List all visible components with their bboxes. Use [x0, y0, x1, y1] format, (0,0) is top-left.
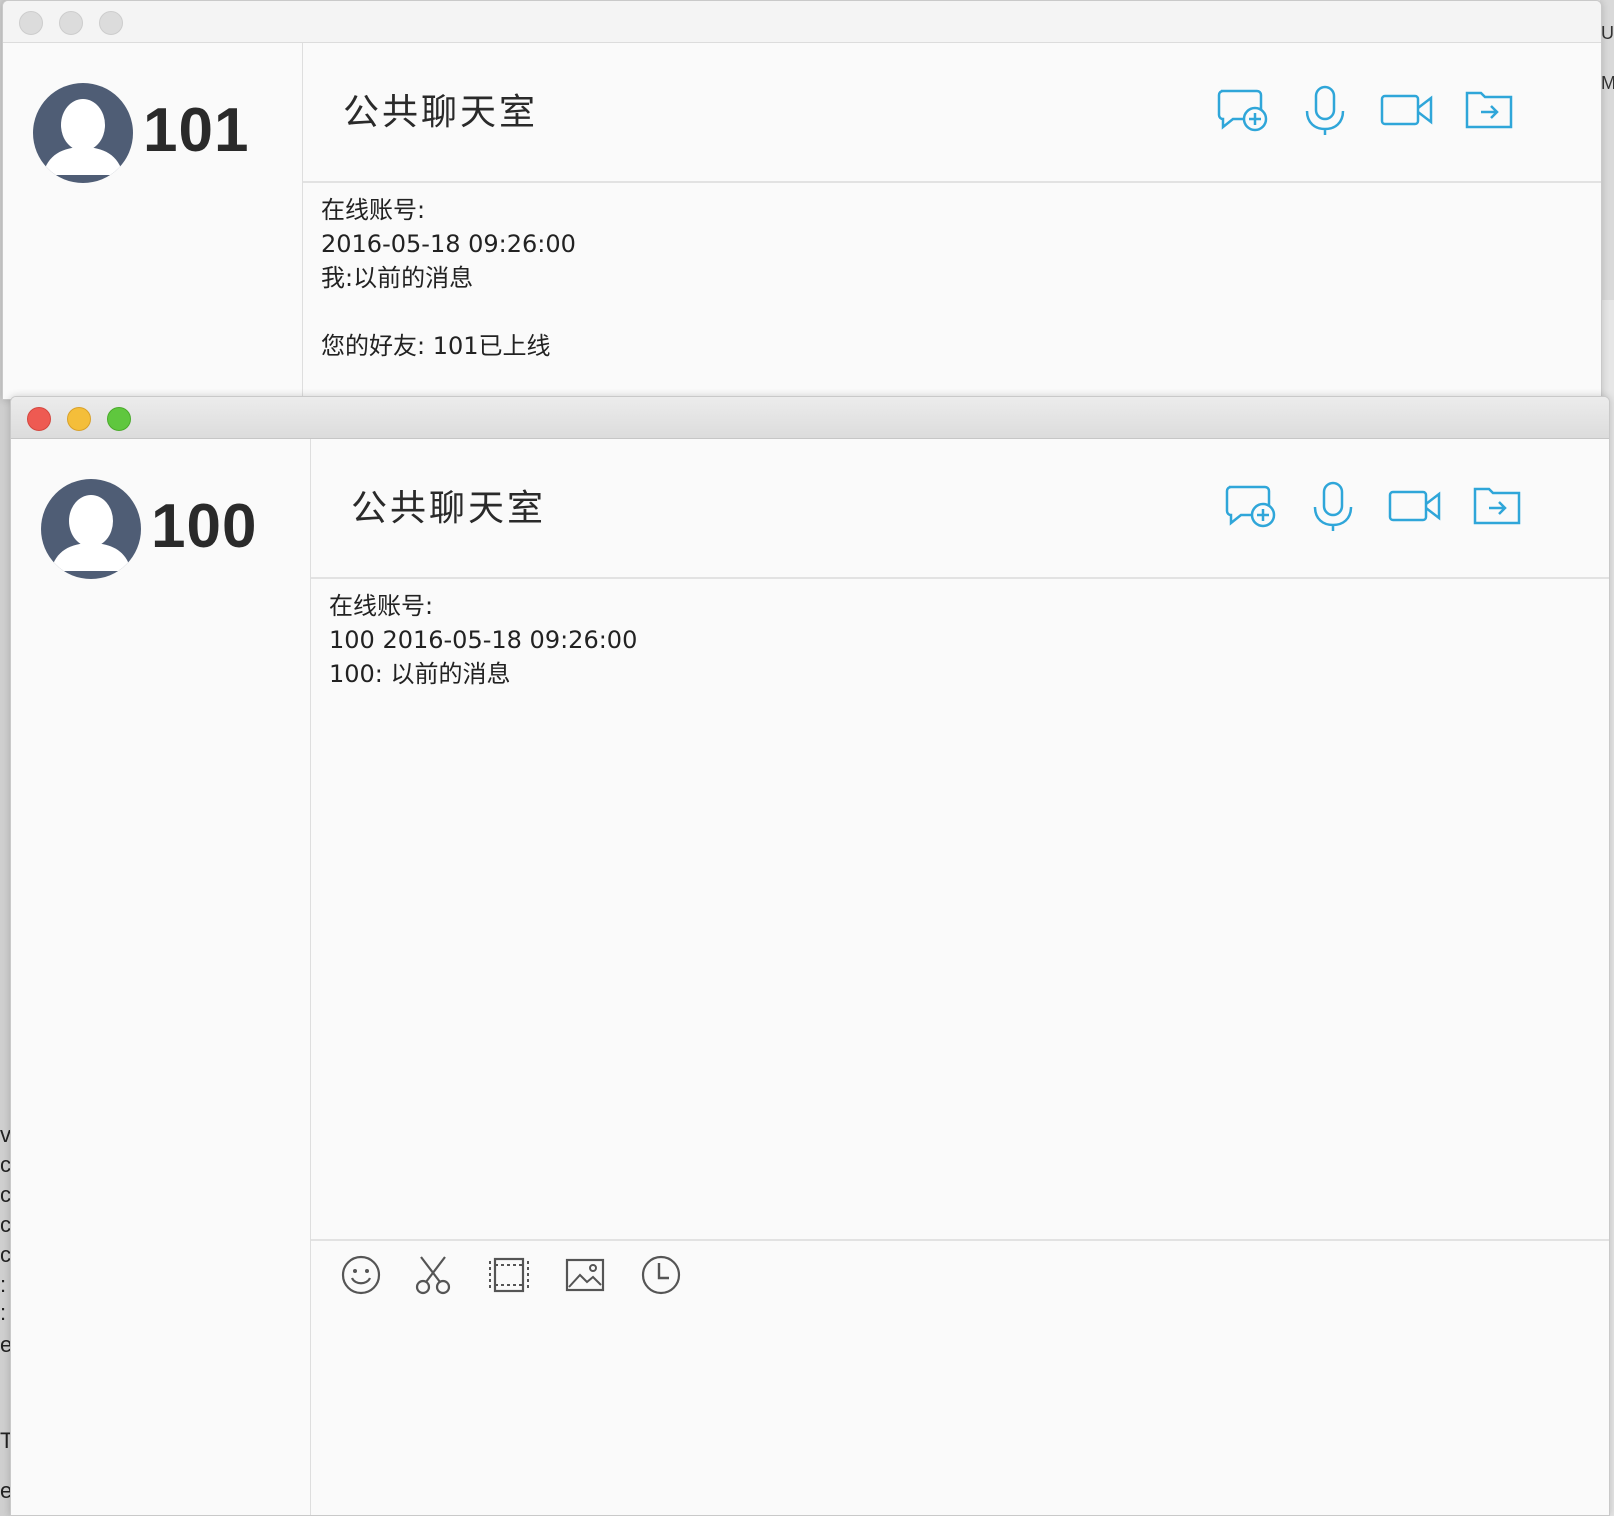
- file-transfer-icon[interactable]: [1469, 479, 1525, 535]
- title-bar: [11, 397, 1609, 439]
- scissors-icon[interactable]: [411, 1253, 455, 1297]
- title-bar: [3, 1, 1601, 43]
- minimize-button[interactable]: [67, 407, 91, 431]
- emoji-icon[interactable]: [339, 1253, 383, 1297]
- sidebar: 100: [11, 439, 311, 1515]
- user-silhouette-icon: [43, 99, 123, 175]
- film-icon[interactable]: [487, 1253, 531, 1297]
- message-list: 在线账号: 100 2016-05-18 09:26:00 100: 以前的消息: [311, 581, 1609, 1239]
- chat-window-100: 100 公共聊天室 在线账号: 100 2016-05-18 09:26:00 …: [10, 396, 1610, 1516]
- user-name: 100: [151, 492, 258, 561]
- avatar[interactable]: [33, 83, 133, 183]
- message-input[interactable]: [311, 1301, 1609, 1515]
- desktop-edge-right: U Ma: [1600, 0, 1614, 300]
- edge-char: Ma: [1601, 73, 1614, 93]
- message-line: [321, 295, 1583, 329]
- sidebar: 101: [3, 43, 303, 399]
- room-title: 公共聊天室: [343, 92, 539, 133]
- room-title: 公共聊天室: [351, 488, 547, 529]
- chat-header: 公共聊天室: [303, 43, 1601, 183]
- file-transfer-icon[interactable]: [1461, 83, 1517, 139]
- message-line: 100: 以前的消息: [329, 660, 511, 688]
- message-line: 在线账号:: [329, 592, 434, 620]
- input-toolbar: [311, 1239, 1609, 1299]
- chat-header: 公共聊天室: [311, 439, 1609, 579]
- message-line: 您的好友: 101已上线: [321, 332, 551, 360]
- edge-char: U: [1601, 23, 1614, 43]
- close-button[interactable]: [27, 407, 51, 431]
- video-camera-icon[interactable]: [1387, 479, 1443, 535]
- clock-icon[interactable]: [639, 1253, 683, 1297]
- microphone-icon[interactable]: [1305, 479, 1361, 535]
- message-line: 100 2016-05-18 09:26:00: [329, 626, 638, 654]
- close-button[interactable]: [19, 11, 43, 35]
- message-line: 我:以前的消息: [321, 264, 474, 292]
- chat-window-101: 101 公共聊天室 在线账号: 2016-05-18 09:26:00 我:以前…: [2, 0, 1602, 400]
- microphone-icon[interactable]: [1297, 83, 1353, 139]
- message-line: 2016-05-18 09:26:00: [321, 230, 576, 258]
- minimize-button[interactable]: [59, 11, 83, 35]
- new-chat-icon[interactable]: [1223, 479, 1279, 535]
- user-silhouette-icon: [51, 495, 131, 571]
- new-chat-icon[interactable]: [1215, 83, 1271, 139]
- user-name: 101: [143, 96, 250, 165]
- maximize-button[interactable]: [107, 407, 131, 431]
- image-icon[interactable]: [563, 1253, 607, 1297]
- message-list: 在线账号: 2016-05-18 09:26:00 我:以前的消息 您的好友: …: [303, 185, 1601, 371]
- maximize-button[interactable]: [99, 11, 123, 35]
- avatar[interactable]: [41, 479, 141, 579]
- message-line: 在线账号:: [321, 196, 426, 224]
- video-camera-icon[interactable]: [1379, 83, 1435, 139]
